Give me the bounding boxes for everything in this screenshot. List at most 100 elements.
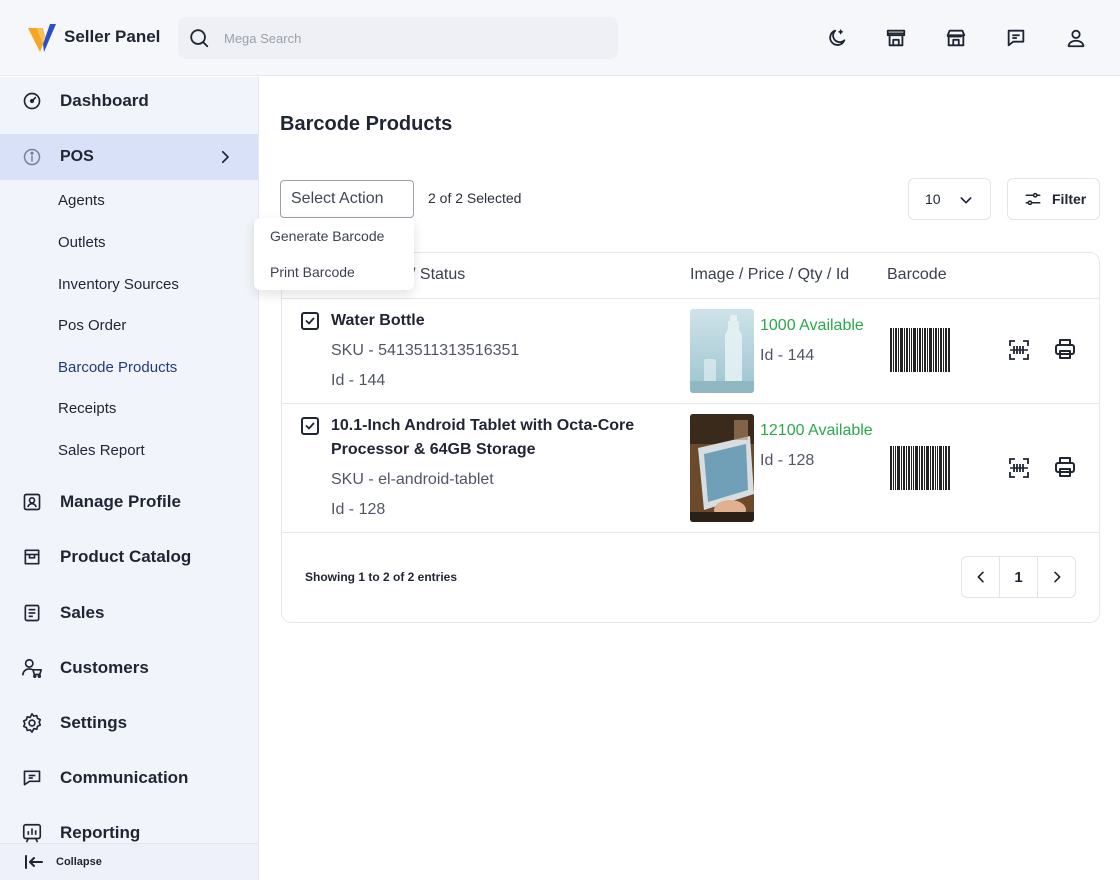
page-size-select[interactable]: 10	[908, 178, 991, 220]
logo-icon	[28, 24, 56, 52]
column-header-image-price: Image / Price / Qty / Id	[690, 266, 850, 283]
search-input[interactable]	[224, 30, 584, 46]
sidebar-item-label: Manage Profile	[60, 492, 181, 511]
gauge-icon	[21, 90, 43, 112]
page-size-value: 10	[925, 191, 941, 207]
product-sku: SKU - el-android-tablet	[331, 471, 494, 488]
prev-page-button[interactable]	[962, 557, 999, 597]
user-icon[interactable]	[1064, 26, 1088, 50]
profile-icon	[21, 491, 43, 513]
moon-star-icon[interactable]	[825, 26, 849, 50]
product-sku: SKU - 5413511313516351	[331, 342, 520, 359]
generate-barcode-button[interactable]	[1007, 456, 1031, 480]
sidebar-item-label: Customers	[60, 658, 149, 677]
sidebar-item-customers[interactable]: Customers	[0, 645, 258, 691]
check-icon	[305, 422, 315, 430]
table-row: Water Bottle SKU - 5413511313516351 Id -…	[282, 298, 1099, 403]
submenu-agents[interactable]: Agents	[58, 192, 105, 209]
chat-icon[interactable]	[1004, 26, 1028, 50]
submenu-inventory-sources[interactable]: Inventory Sources	[58, 276, 179, 293]
menu-item-print-barcode[interactable]: Print Barcode	[270, 264, 355, 280]
printer-icon	[1055, 457, 1075, 477]
table-divider	[282, 532, 1099, 533]
submenu-outlets[interactable]: Outlets	[58, 234, 106, 251]
sidebar-item-label: POS	[60, 148, 94, 165]
sidebar-item-manage-profile[interactable]: Manage Profile	[0, 479, 258, 525]
check-icon	[305, 317, 315, 325]
collapse-arrow-icon	[24, 854, 44, 870]
chevron-down-icon	[958, 192, 974, 208]
scan-barcode-icon	[1009, 458, 1029, 478]
sidebar-item-label: Dashboard	[60, 91, 149, 110]
sidebar-item-label: Reporting	[60, 823, 141, 842]
chevron-right-icon	[216, 148, 234, 166]
sidebar-item-communication[interactable]: Communication	[0, 755, 258, 801]
submenu-pos-order[interactable]: Pos Order	[58, 317, 126, 334]
search-icon	[190, 29, 209, 48]
product-id-secondary: Id - 128	[760, 452, 815, 469]
select-action-dropdown[interactable]: Select Action	[280, 180, 414, 218]
sidebar-item-label: Settings	[60, 713, 128, 732]
filter-label: Filter	[1052, 191, 1087, 207]
sidebar-item-pos[interactable]: POS	[0, 134, 258, 180]
sidebar-item-sales[interactable]: Sales	[0, 590, 258, 636]
document-icon	[21, 602, 43, 624]
sidebar-item-label: Product Catalog	[60, 547, 192, 566]
print-button[interactable]	[1053, 455, 1077, 479]
chart-icon	[21, 822, 43, 844]
sidebar-item-settings[interactable]: Settings	[0, 700, 258, 746]
product-name[interactable]: 10.1-Inch Android Tablet with Octa-Core …	[331, 414, 634, 462]
chevron-left-icon	[977, 571, 984, 583]
info-icon	[21, 146, 43, 168]
row-checkbox[interactable]	[301, 417, 319, 435]
brand-logo[interactable]: Seller Panel	[28, 22, 160, 52]
customers-icon	[21, 657, 43, 679]
submenu-barcode-products[interactable]: Barcode Products	[58, 359, 177, 376]
sidebar: Dashboard POS Agents Outlets Inventory S…	[0, 77, 259, 880]
sliders-icon	[1025, 192, 1041, 206]
product-name[interactable]: Water Bottle	[331, 309, 425, 333]
chat-icon	[21, 767, 43, 789]
barcode-image	[890, 446, 950, 490]
pagination: 1	[961, 556, 1076, 598]
chevron-right-icon	[1053, 571, 1060, 583]
shop-icon[interactable]	[944, 26, 968, 50]
mega-search[interactable]	[178, 17, 618, 59]
product-id-secondary: Id - 144	[760, 347, 815, 364]
submenu-sales-report[interactable]: Sales Report	[58, 442, 145, 459]
brand-name: Seller Panel	[64, 27, 161, 46]
sidebar-item-label: Communication	[60, 768, 189, 787]
printer-icon	[1055, 339, 1075, 359]
submenu-receipts[interactable]: Receipts	[58, 400, 116, 417]
gear-icon	[21, 712, 43, 734]
page-title: Barcode Products	[280, 113, 453, 135]
entries-summary: Showing 1 to 2 of 2 entries	[305, 570, 458, 584]
stock-available: 12100 Available	[760, 422, 873, 439]
selected-count: 2 of 2 Selected	[428, 190, 522, 206]
collapse-label: Collapse	[56, 856, 102, 868]
print-button[interactable]	[1053, 337, 1077, 361]
barcode-products-table: U / Status Image / Price / Qty / Id Barc…	[281, 252, 1100, 623]
product-id: Id - 144	[331, 372, 386, 389]
sidebar-item-dashboard[interactable]: Dashboard	[0, 78, 258, 124]
next-page-button[interactable]	[1038, 557, 1075, 597]
filter-button[interactable]: Filter	[1007, 178, 1100, 220]
select-action-menu: Generate Barcode Print Barcode	[254, 218, 414, 290]
menu-item-generate-barcode[interactable]: Generate Barcode	[270, 228, 384, 244]
store-icon[interactable]	[884, 26, 908, 50]
page-number-button[interactable]: 1	[999, 557, 1038, 597]
sidebar-item-product-catalog[interactable]: Product Catalog	[0, 534, 258, 580]
sidebar-item-label: Sales	[60, 603, 105, 622]
table-row: 10.1-Inch Android Tablet with Octa-Core …	[282, 403, 1099, 532]
product-image-android-tablet	[690, 414, 754, 522]
barcode-image	[890, 328, 950, 372]
column-header-barcode: Barcode	[887, 266, 947, 283]
catalog-icon	[21, 546, 43, 568]
stock-available: 1000 Available	[760, 317, 864, 334]
collapse-sidebar-button[interactable]: Collapse	[0, 843, 258, 880]
product-image-water-bottle	[690, 309, 754, 393]
product-id: Id - 128	[331, 501, 386, 518]
row-checkbox[interactable]	[301, 312, 319, 330]
scan-barcode-icon	[1009, 340, 1029, 360]
generate-barcode-button[interactable]	[1007, 338, 1031, 362]
